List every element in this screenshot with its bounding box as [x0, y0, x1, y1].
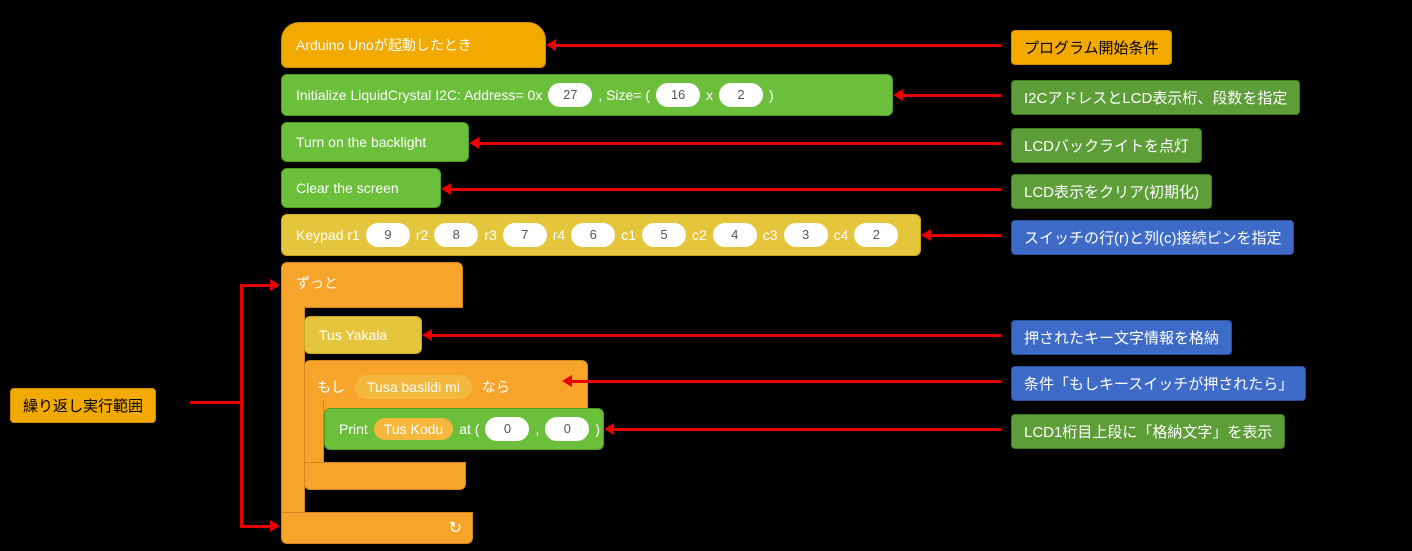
arrow-line: [903, 94, 1001, 97]
keypad-r3-lbl: r3: [484, 227, 496, 243]
block-tus-yakala[interactable]: Tus Yakala: [304, 316, 422, 354]
hat-block-arduino-start[interactable]: Arduino Unoが起動したとき: [281, 22, 546, 68]
arrow-left-icon: [893, 89, 903, 101]
block-backlight[interactable]: Turn on the backlight: [281, 122, 469, 162]
comment-clear: LCD表示をクリア(初期化): [1011, 174, 1212, 209]
comment-keystore: 押されたキー文字情報を格納: [1011, 320, 1232, 355]
block-if-top[interactable]: もし Tusa basildi mi なら: [304, 360, 588, 414]
init-lcd-x: x: [706, 87, 713, 103]
print-suffix: ): [595, 421, 600, 437]
arrow-left-icon: [441, 183, 451, 195]
print-y-input[interactable]: 0: [545, 417, 589, 441]
keypad-c2-input[interactable]: 4: [713, 223, 757, 247]
block-forever-side: [281, 306, 305, 512]
loop-arrow-icon: ↻: [449, 518, 462, 538]
print-mid: at (: [459, 421, 479, 437]
block-print[interactable]: Print Tus Kodu at ( 0 , 0 ): [324, 408, 604, 450]
comment-start: プログラム開始条件: [1011, 30, 1172, 65]
arrow-line: [479, 142, 1001, 145]
arrow-line: [240, 284, 243, 528]
block-init-lcd[interactable]: Initialize LiquidCrystal I2C: Address= 0…: [281, 74, 893, 116]
init-lcd-cols-input[interactable]: 16: [656, 83, 700, 107]
keypad-c1-input[interactable]: 5: [642, 223, 686, 247]
arrow-left-icon: [422, 329, 432, 341]
block-if-side: [304, 400, 324, 462]
init-lcd-text2: , Size= (: [598, 87, 650, 103]
comment-repeat-range: 繰り返し実行範囲: [10, 388, 156, 423]
print-var[interactable]: Tus Kodu: [374, 418, 453, 440]
backlight-label: Turn on the backlight: [296, 134, 426, 150]
comment-backlight: LCDバックライトを点灯: [1011, 128, 1202, 163]
diagram-stage: Arduino Unoが起動したとき Initialize LiquidCrys…: [0, 0, 1412, 551]
block-clear-screen[interactable]: Clear the screen: [281, 168, 441, 208]
if-condition[interactable]: Tusa basildi mi: [355, 375, 472, 399]
hat-label: Arduino Unoが起動したとき: [296, 35, 472, 55]
arrow-left-icon: [604, 423, 614, 435]
keypad-r3-input[interactable]: 7: [503, 223, 547, 247]
keypad-c2-lbl: c2: [692, 227, 707, 243]
arrow-line: [240, 284, 270, 287]
keypad-r2-input[interactable]: 8: [434, 223, 478, 247]
keypad-c3-lbl: c3: [763, 227, 778, 243]
arrow-line: [240, 525, 270, 528]
print-comma: ,: [535, 421, 539, 437]
init-lcd-rows-input[interactable]: 2: [719, 83, 763, 107]
keypad-r1-input[interactable]: 9: [366, 223, 410, 247]
arrow-right-icon: [270, 520, 280, 532]
keypad-c1-lbl: c1: [621, 227, 636, 243]
arrow-line: [451, 188, 1001, 191]
keypad-r1-lbl: Keypad r1: [296, 227, 360, 243]
comment-keypad: スイッチの行(r)と列(c)接続ピンを指定: [1011, 220, 1294, 255]
block-if-bottom: [304, 462, 466, 490]
keypad-r2-lbl: r2: [416, 227, 428, 243]
arrow-line: [190, 401, 240, 404]
init-lcd-text3: ): [769, 87, 774, 103]
comment-if: 条件「もしキースイッチが押されたら」: [1011, 366, 1306, 401]
arrow-left-icon: [469, 137, 479, 149]
block-forever-bottom: ↻: [281, 512, 473, 544]
if-right: なら: [482, 377, 510, 397]
arrow-left-icon: [546, 39, 556, 51]
keypad-c4-input[interactable]: 2: [854, 223, 898, 247]
tus-yakala-label: Tus Yakala: [319, 327, 387, 343]
print-x-input[interactable]: 0: [485, 417, 529, 441]
init-lcd-text1: Initialize LiquidCrystal I2C: Address= 0…: [296, 87, 542, 103]
arrow-right-icon: [270, 279, 280, 291]
keypad-r4-lbl: r4: [553, 227, 565, 243]
block-keypad[interactable]: Keypad r1 9 r2 8 r3 7 r4 6 c1 5 c2 4 c3 …: [281, 214, 921, 256]
comment-i2c: I2CアドレスとLCD表示桁、段数を指定: [1011, 80, 1300, 115]
arrow-line: [572, 380, 1001, 383]
forever-label: ずっと: [296, 275, 338, 291]
print-prefix: Print: [339, 421, 368, 437]
keypad-c3-input[interactable]: 3: [784, 223, 828, 247]
keypad-c4-lbl: c4: [834, 227, 849, 243]
arrow-line: [614, 428, 1001, 431]
keypad-r4-input[interactable]: 6: [571, 223, 615, 247]
arrow-left-icon: [562, 375, 572, 387]
arrow-line: [432, 334, 1001, 337]
arrow-line: [931, 234, 1001, 237]
arrow-left-icon: [921, 229, 931, 241]
arrow-line: [556, 44, 1001, 47]
init-lcd-address-input[interactable]: 27: [548, 83, 592, 107]
if-left: もし: [317, 377, 345, 397]
block-forever-top[interactable]: ずっと: [281, 262, 463, 308]
clear-label: Clear the screen: [296, 180, 399, 196]
comment-print: LCD1桁目上段に「格納文字」を表示: [1011, 414, 1285, 449]
